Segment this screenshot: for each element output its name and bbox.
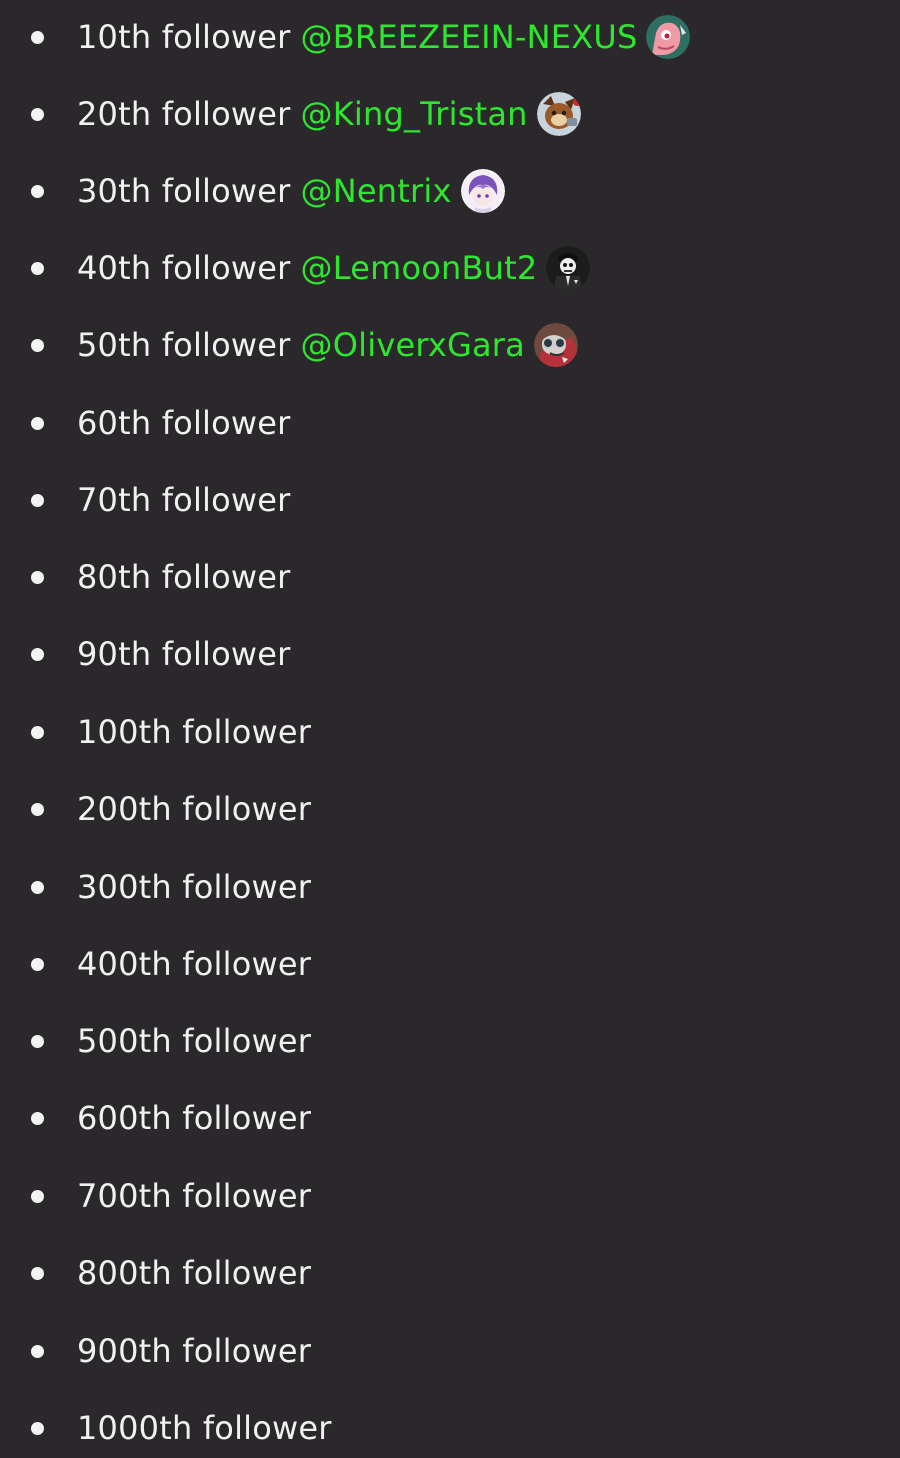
milestone-content: 70th follower (77, 484, 291, 516)
milestone-content: 200th follower (77, 793, 311, 825)
milestone-label: 600th follower (77, 1099, 312, 1137)
milestone-label: 10th follower (77, 18, 291, 56)
bullet-icon (31, 261, 44, 275)
milestone-item: 80th follower (0, 547, 900, 607)
milestone-item: 70th follower (0, 470, 900, 530)
bullet-icon (31, 1266, 44, 1280)
milestone-label: 700th follower (77, 1177, 312, 1215)
milestone-content: 300th follower (77, 871, 311, 903)
milestone-label: 500th follower (77, 1022, 312, 1060)
milestone-label: 30th follower (77, 172, 291, 210)
brown-character-avatar-icon[interactable] (536, 92, 581, 136)
milestone-label: 50th follower (77, 326, 291, 364)
milestone-item: 90th follower (0, 624, 900, 684)
bullet-icon (31, 493, 44, 507)
user-mention-link[interactable]: @LemoonBut2 (301, 252, 538, 284)
milestone-content: 50th follower @OliverxGara (77, 323, 578, 367)
milestone-content: 1000th follower (77, 1412, 332, 1444)
user-mention-link[interactable]: @OliverxGara (301, 329, 525, 361)
bullet-icon (31, 338, 44, 352)
bullet-icon (31, 30, 44, 44)
milestone-content: 100th follower (77, 716, 311, 748)
milestone-item: 200th follower (0, 779, 900, 839)
bullet-icon (31, 880, 44, 894)
purple-hair-avatar-icon[interactable] (460, 169, 505, 213)
milestone-item: 10th follower @BREEZEEIN-NEXUS (0, 7, 900, 67)
milestone-label: 300th follower (77, 868, 312, 906)
bullet-icon (31, 570, 44, 584)
milestone-content: 900th follower (77, 1335, 311, 1367)
milestone-item: 300th follower (0, 857, 900, 917)
milestone-label: 900th follower (77, 1332, 312, 1370)
bullet-icon (31, 957, 44, 971)
bullet-icon (31, 1189, 44, 1203)
milestone-content: 500th follower (77, 1025, 311, 1057)
user-mention-link[interactable]: @BREEZEEIN-NEXUS (301, 21, 638, 53)
milestone-content: 400th follower (77, 948, 311, 980)
pink-character-avatar-icon[interactable] (646, 15, 691, 59)
milestone-item: 700th follower (0, 1166, 900, 1226)
milestone-label: 400th follower (77, 945, 312, 983)
milestone-label: 90th follower (77, 635, 291, 673)
milestone-item: 500th follower (0, 1011, 900, 1071)
milestone-label: 40th follower (77, 249, 291, 287)
bullet-icon (31, 725, 44, 739)
milestone-item: 40th follower @LemoonBut2 (0, 238, 900, 298)
bullet-icon (31, 647, 44, 661)
milestone-content: 10th follower @BREEZEEIN-NEXUS (77, 15, 691, 59)
milestone-item: 900th follower (0, 1321, 900, 1381)
bullet-icon (31, 184, 44, 198)
milestone-content: 800th follower (77, 1257, 311, 1289)
milestone-label: 60th follower (77, 404, 291, 442)
milestone-item: 800th follower (0, 1243, 900, 1303)
user-mention-link[interactable]: @King_Tristan (301, 98, 528, 130)
user-mention-link[interactable]: @Nentrix (301, 175, 452, 207)
bullet-icon (31, 1344, 44, 1358)
bullet-icon (31, 802, 44, 816)
milestone-label: 200th follower (77, 790, 312, 828)
bullet-icon (31, 1421, 44, 1435)
milestone-content: 90th follower (77, 638, 291, 670)
milestone-label: 1000th follower (77, 1409, 332, 1447)
milestone-item: 60th follower (0, 393, 900, 453)
skull-avatar-icon[interactable] (546, 246, 591, 290)
milestone-label: 70th follower (77, 481, 291, 519)
bullet-icon (31, 416, 44, 430)
milestone-item: 1000th follower (0, 1398, 900, 1458)
milestone-label: 800th follower (77, 1254, 312, 1292)
bullet-icon (31, 1111, 44, 1125)
milestone-item: 600th follower (0, 1088, 900, 1148)
milestone-item: 20th follower @King_Tristan (0, 84, 900, 144)
milestone-item: 30th follower @Nentrix (0, 161, 900, 221)
milestone-content: 60th follower (77, 407, 291, 439)
milestone-label: 20th follower (77, 95, 291, 133)
milestone-content: 600th follower (77, 1102, 311, 1134)
milestone-label: 80th follower (77, 558, 291, 596)
milestone-content: 80th follower (77, 561, 291, 593)
milestone-content: 20th follower @King_Tristan (77, 92, 581, 136)
milestone-item: 400th follower (0, 934, 900, 994)
milestone-content: 30th follower @Nentrix (77, 169, 505, 213)
milestone-item: 100th follower (0, 702, 900, 762)
bullet-icon (31, 1034, 44, 1048)
goggles-avatar-icon[interactable] (533, 323, 578, 367)
milestone-content: 40th follower @LemoonBut2 (77, 246, 591, 290)
bullet-icon (31, 107, 44, 121)
milestone-label: 100th follower (77, 713, 312, 751)
milestone-item: 50th follower @OliverxGara (0, 315, 900, 375)
milestone-content: 700th follower (77, 1180, 311, 1212)
